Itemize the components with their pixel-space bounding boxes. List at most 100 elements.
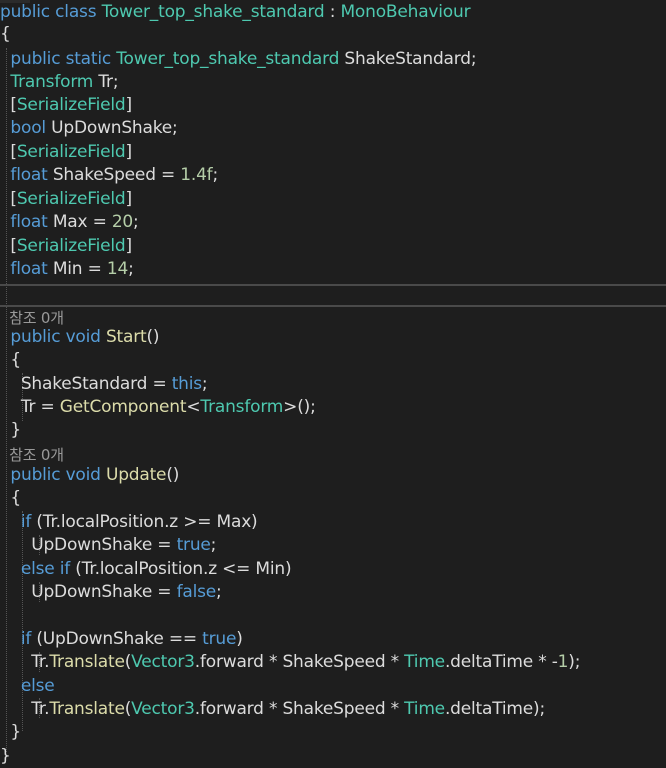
code-line[interactable]: [SerializeField] xyxy=(0,94,132,117)
code-line[interactable]: UpDownShake = true; xyxy=(0,534,216,557)
code-token: Tr. xyxy=(0,652,50,672)
code-token: [ xyxy=(0,236,17,256)
code-token: { xyxy=(0,350,22,370)
code-line[interactable]: UpDownShake = false; xyxy=(0,581,222,604)
code-token: UpDownShake; xyxy=(45,118,178,138)
code-token: this xyxy=(171,374,202,394)
code-token: ; xyxy=(201,374,208,394)
code-token: Vector3 xyxy=(131,699,195,719)
code-token: static xyxy=(65,49,117,69)
code-token: class xyxy=(55,2,102,22)
code-line[interactable]: float Min = 14; xyxy=(0,258,134,281)
code-token: UpDownShake = xyxy=(0,535,177,555)
code-line[interactable]: if (Tr.localPosition.z >= Max) xyxy=(0,511,258,534)
codelens-reference-count[interactable]: 참조 0개 xyxy=(0,309,64,327)
code-token: (Tr.localPosition.z <= Min) xyxy=(70,559,292,579)
code-token: Vector3 xyxy=(131,652,195,672)
code-line[interactable]: float ShakeSpeed = 1.4f; xyxy=(0,164,218,187)
codelens-reference-count[interactable]: 참조 0개 xyxy=(0,446,64,464)
code-token: } xyxy=(0,746,11,766)
code-token: [ xyxy=(0,95,17,115)
code-token: Tr. xyxy=(0,699,50,719)
code-token: 1 xyxy=(557,652,569,672)
code-token: void xyxy=(65,327,106,347)
code-line[interactable]: Tr.Translate(Vector3.forward * ShakeSpee… xyxy=(0,651,580,674)
code-token: public xyxy=(0,49,66,69)
code-line[interactable]: if (UpDownShake == true) xyxy=(0,628,243,651)
code-token: { xyxy=(0,488,22,508)
code-token: MonoBehaviour xyxy=(340,2,471,22)
code-line[interactable]: } xyxy=(0,745,11,768)
code-line[interactable]: { xyxy=(0,487,21,510)
code-token: (Tr.localPosition.z >= Max) xyxy=(31,512,258,532)
code-token: () xyxy=(146,327,160,347)
code-token: ] xyxy=(125,189,133,209)
code-token: ; xyxy=(216,582,222,602)
code-line[interactable]: public void Update() xyxy=(0,464,179,487)
code-token: Min = xyxy=(47,259,107,279)
code-token: < xyxy=(186,397,201,417)
code-token: SerializeField xyxy=(16,142,126,162)
code-token: else xyxy=(0,559,60,579)
code-token: void xyxy=(65,465,106,485)
code-token: Transform xyxy=(0,72,94,92)
code-token: Transform xyxy=(200,397,284,417)
code-line[interactable]: Tr = GetComponent<Transform>(); xyxy=(0,396,316,419)
code-line[interactable]: bool UpDownShake; xyxy=(0,117,178,140)
code-token: >(); xyxy=(283,397,316,417)
code-line[interactable]: public class Tower_top_shake_standard : … xyxy=(0,1,471,24)
code-line[interactable]: float Max = 20; xyxy=(0,211,138,234)
code-token: 14 xyxy=(106,259,129,279)
code-line[interactable]: } xyxy=(0,419,21,442)
code-token: UpDownShake = xyxy=(0,582,177,602)
code-token: Update xyxy=(105,465,167,485)
code-token: true xyxy=(202,629,237,649)
code-line[interactable]: Transform Tr; xyxy=(0,71,118,94)
code-line[interactable]: [SerializeField] xyxy=(0,188,132,211)
code-token: Start xyxy=(105,327,147,347)
code-token: 20 xyxy=(111,212,134,232)
code-token: (UpDownShake == xyxy=(31,629,203,649)
code-line[interactable]: public static Tower_top_shake_standard S… xyxy=(0,48,476,71)
code-token: GetComponent xyxy=(59,397,187,417)
code-line[interactable]: } xyxy=(0,721,21,744)
code-editor[interactable]: public class Tower_top_shake_standard : … xyxy=(0,0,666,766)
code-token: SerializeField xyxy=(16,189,126,209)
code-line[interactable]: else xyxy=(0,675,55,698)
code-token: true xyxy=(176,535,211,555)
code-token: ] xyxy=(125,142,133,162)
method-separator xyxy=(0,305,666,307)
code-token: ShakeStandard = xyxy=(0,374,172,394)
code-token: if xyxy=(0,629,32,649)
code-token: Tower_top_shake_standard xyxy=(116,49,340,69)
code-token: Max = xyxy=(47,212,112,232)
code-token: () xyxy=(166,465,180,485)
code-token: } xyxy=(0,722,22,742)
code-token: } xyxy=(0,420,22,440)
code-line[interactable]: ShakeStandard = this; xyxy=(0,373,208,396)
code-token: else xyxy=(0,676,55,696)
code-token: Translate xyxy=(49,652,125,672)
code-token: ] xyxy=(125,95,133,115)
code-line[interactable]: else if (Tr.localPosition.z <= Min) xyxy=(0,558,292,581)
code-token: ; xyxy=(210,535,217,555)
code-line[interactable]: public void Start() xyxy=(0,326,159,349)
code-line[interactable]: [SerializeField] xyxy=(0,141,132,164)
code-token: ShakeStandard; xyxy=(339,49,477,69)
code-token: public xyxy=(0,327,66,347)
code-line[interactable]: [SerializeField] xyxy=(0,235,132,258)
code-token: [ xyxy=(0,189,17,209)
code-line[interactable]: { xyxy=(0,23,11,46)
code-token: Time xyxy=(404,699,445,719)
code-token: 1.4f xyxy=(180,165,213,185)
code-token: float xyxy=(0,259,48,279)
code-token: .deltaTime * - xyxy=(444,652,558,672)
code-token: public xyxy=(0,465,66,485)
code-token: Tr; xyxy=(93,72,119,92)
code-token: Tower_top_shake_standard xyxy=(101,2,325,22)
code-token: ; xyxy=(212,165,219,185)
code-token: ; xyxy=(128,259,134,279)
code-line[interactable]: { xyxy=(0,349,21,372)
code-token: ); xyxy=(568,652,581,672)
code-line[interactable]: Tr.Translate(Vector3.forward * ShakeSpee… xyxy=(0,698,545,721)
